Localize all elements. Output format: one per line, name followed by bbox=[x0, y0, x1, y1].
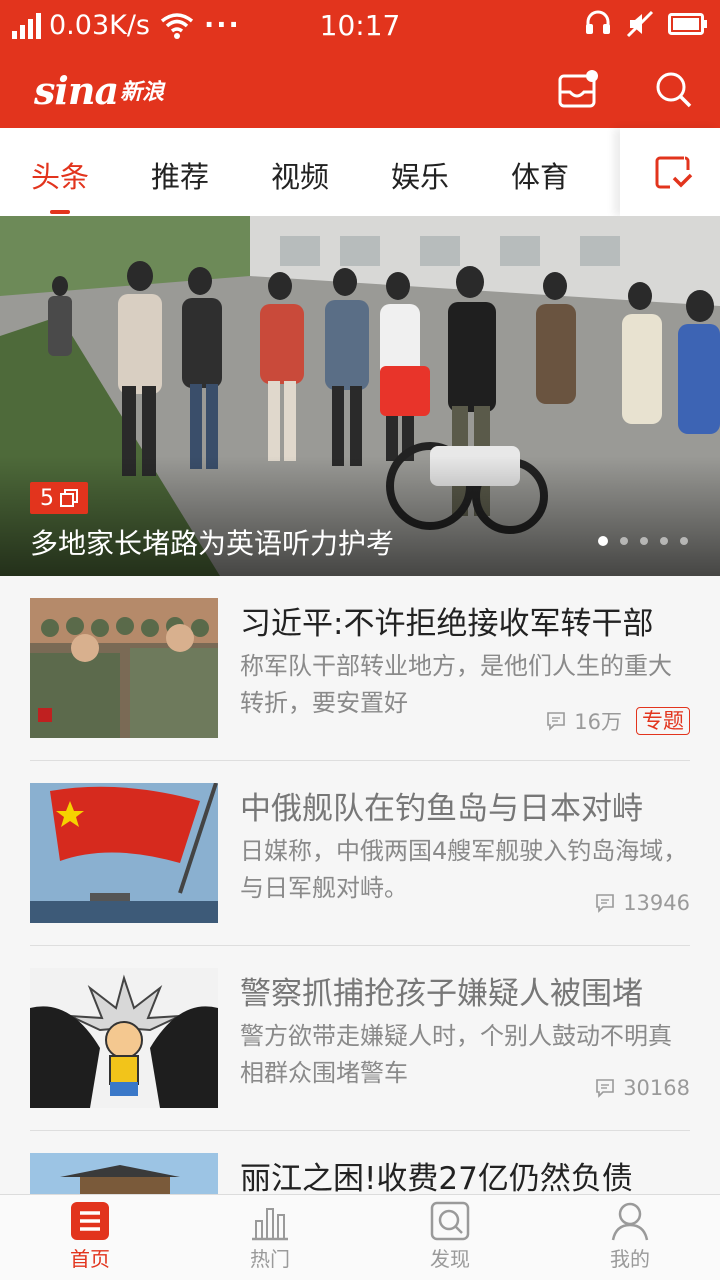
carousel-dot bbox=[660, 537, 668, 545]
news-thumbnail bbox=[30, 968, 218, 1108]
discover-icon bbox=[430, 1201, 470, 1241]
tab-sports[interactable]: 体育 bbox=[500, 154, 580, 196]
news-item[interactable]: 习近平:不许拒绝接收军转干部 称军队干部转业地方，是他们人生的重大转折，要安置好… bbox=[30, 576, 690, 761]
chart-icon bbox=[252, 1208, 288, 1241]
nav-hot-label: 热门 bbox=[250, 1247, 290, 1271]
inbox-icon bbox=[558, 70, 598, 108]
comment-count: 13946 bbox=[623, 891, 690, 915]
user-icon bbox=[611, 1202, 649, 1241]
comment-icon bbox=[596, 1079, 614, 1098]
search-button[interactable] bbox=[652, 68, 696, 112]
nav-home[interactable]: 首页 bbox=[30, 1201, 150, 1272]
nav-discover-label: 发现 bbox=[430, 1247, 470, 1271]
bottom-nav: 首页 热门 发现 我的 bbox=[0, 1194, 720, 1280]
nav-me-label: 我的 bbox=[610, 1247, 650, 1271]
carousel-dots bbox=[598, 536, 688, 546]
gallery-icon bbox=[60, 489, 78, 507]
search-icon bbox=[656, 72, 692, 108]
news-meta: 13946 bbox=[595, 891, 690, 915]
gallery-count-badge: 5 bbox=[30, 482, 88, 514]
nav-hot[interactable]: 热门 bbox=[210, 1201, 330, 1272]
comment-count: 30168 bbox=[623, 1076, 690, 1100]
hero-carousel[interactable]: 5 多地家长堵路为英语听力护考 bbox=[0, 216, 720, 576]
news-item[interactable]: 中俄舰队在钓鱼岛与日本对峙 日媒称，中俄两国4艘军舰驶入钓岛海域，与日军舰对峙。… bbox=[30, 761, 690, 946]
topic-tag: 专题 bbox=[636, 707, 690, 735]
news-thumbnail bbox=[30, 598, 218, 738]
headset-icon bbox=[586, 10, 610, 34]
news-title: 中俄舰队在钓鱼岛与日本对峙 bbox=[240, 791, 643, 827]
carousel-dot bbox=[598, 536, 608, 546]
news-meta: 16万 专题 bbox=[546, 706, 690, 736]
channel-tabs: 头条 推荐 视频 娱乐 体育 bbox=[0, 128, 720, 216]
nav-me[interactable]: 我的 bbox=[570, 1201, 690, 1272]
carousel-dot bbox=[640, 537, 648, 545]
sina-logo: sina 新浪 bbox=[34, 67, 165, 113]
news-meta: 30168 bbox=[595, 1076, 690, 1100]
app-header: sina 新浪 bbox=[0, 52, 720, 128]
comment-icon bbox=[596, 894, 614, 913]
carousel-dot bbox=[680, 537, 688, 545]
tab-toutiao[interactable]: 头条 bbox=[20, 154, 100, 196]
news-title: 警察抓捕抢孩子嫌疑人被围堵 bbox=[240, 976, 643, 1012]
status-bar: 0.03K/s ··· 10:17 bbox=[0, 0, 720, 52]
news-item[interactable]: 警察抓捕抢孩子嫌疑人被围堵 警方欲带走嫌疑人时，个别人鼓动不明真相群众围堵警车 … bbox=[30, 946, 690, 1131]
comment-count: 16万 bbox=[574, 710, 622, 734]
nav-discover[interactable]: 发现 bbox=[390, 1201, 510, 1272]
tab-recommend[interactable]: 推荐 bbox=[140, 154, 220, 196]
nav-home-label: 首页 bbox=[70, 1247, 110, 1271]
edit-channels-button[interactable] bbox=[620, 128, 720, 216]
news-title: 丽江之困!收费27亿仍然负债 bbox=[240, 1161, 633, 1197]
tab-video[interactable]: 视频 bbox=[260, 154, 340, 196]
edit-channels-icon bbox=[655, 156, 693, 189]
hero-headline[interactable]: 多地家长堵路为英语听力护考 bbox=[30, 522, 394, 562]
carousel-dot bbox=[620, 537, 628, 545]
news-thumbnail bbox=[30, 783, 218, 923]
status-right bbox=[584, 10, 708, 38]
inbox-button[interactable] bbox=[556, 68, 600, 112]
news-title: 习近平:不许拒绝接收军转干部 bbox=[240, 606, 654, 642]
comment-icon bbox=[547, 712, 566, 731]
mute-icon bbox=[626, 10, 654, 38]
home-icon bbox=[71, 1202, 109, 1240]
gallery-count: 5 bbox=[40, 485, 54, 511]
battery-icon bbox=[668, 13, 707, 35]
tab-entertainment[interactable]: 娱乐 bbox=[380, 154, 460, 196]
active-tab-indicator bbox=[50, 210, 70, 214]
